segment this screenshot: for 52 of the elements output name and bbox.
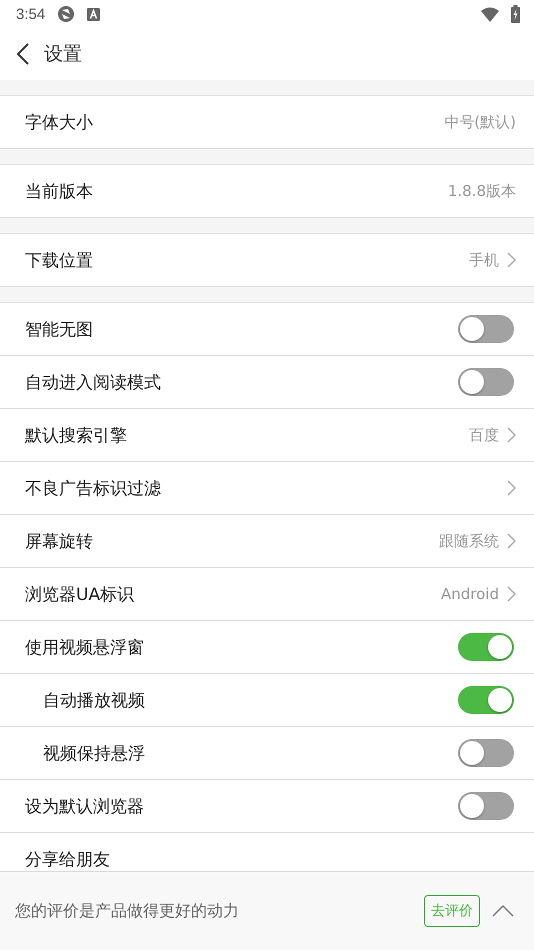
setting-label: 自动播放视频 <box>43 690 145 712</box>
rating-message: 您的评价是产品做得更好的动力 <box>15 900 240 922</box>
settings-row[interactable]: 屏幕旋转 跟随系统 <box>0 515 534 568</box>
setting-label: 自动进入阅读模式 <box>25 372 161 394</box>
setting-value: 中号(默认) <box>444 112 516 132</box>
toggle-switch[interactable] <box>458 633 514 661</box>
settings-row[interactable]: 不良广告标识过滤 <box>0 462 534 515</box>
setting-label: 使用视频悬浮窗 <box>25 636 144 658</box>
aperture-icon <box>57 5 76 23</box>
setting-value: 1.8.8版本 <box>448 182 516 200</box>
keyboard-a-icon <box>87 8 100 20</box>
toggle-switch[interactable] <box>458 686 514 714</box>
toggle-switch[interactable] <box>458 739 514 767</box>
settings-row[interactable]: 智能无图 <box>0 303 534 356</box>
chevron-right-icon <box>507 533 516 549</box>
chevron-right-icon <box>507 480 516 496</box>
status-time: 3:54 <box>16 6 46 22</box>
setting-label: 设为默认浏览器 <box>25 796 144 818</box>
toggle-switch[interactable] <box>458 792 514 820</box>
setting-label: 字体大小 <box>25 112 93 134</box>
setting-label: 默认搜索引擎 <box>25 424 127 446</box>
toggle-switch[interactable] <box>458 368 514 396</box>
chevron-right-icon <box>507 252 516 268</box>
setting-label: 屏幕旋转 <box>25 530 93 552</box>
settings-row[interactable]: 默认搜索引擎 百度 <box>0 409 534 462</box>
back-button[interactable] <box>16 42 30 66</box>
setting-value: 跟随系统 <box>439 532 499 550</box>
chevron-right-icon <box>507 586 516 602</box>
setting-value: 手机 <box>469 250 499 270</box>
collapse-button[interactable] <box>492 905 514 917</box>
settings-row[interactable]: 自动进入阅读模式 <box>0 356 534 409</box>
battery-charging-icon <box>511 5 520 23</box>
chevron-right-icon <box>507 427 516 443</box>
settings-row[interactable]: 视频保持悬浮 <box>0 727 534 780</box>
setting-label: 分享给朋友 <box>25 848 110 870</box>
setting-value: 百度 <box>469 426 499 444</box>
setting-label: 不良广告标识过滤 <box>25 478 161 500</box>
setting-label: 视频保持悬浮 <box>43 742 145 764</box>
settings-row[interactable]: 自动播放视频 <box>0 674 534 727</box>
settings-row[interactable]: 使用视频悬浮窗 <box>0 621 534 674</box>
page-title: 设置 <box>44 42 82 67</box>
toggle-switch[interactable] <box>458 315 514 343</box>
back-icon <box>16 42 30 66</box>
setting-label: 当前版本 <box>25 180 93 202</box>
setting-value: Android <box>441 585 499 603</box>
wifi-icon <box>481 6 499 22</box>
settings-row[interactable]: 浏览器UA标识 Android <box>0 568 534 621</box>
setting-label: 下载位置 <box>25 250 93 272</box>
setting-label: 浏览器UA标识 <box>25 584 134 606</box>
settings-row[interactable]: 设为默认浏览器 <box>0 780 534 833</box>
caret-up-icon <box>492 905 514 917</box>
setting-label: 智能无图 <box>25 318 93 340</box>
